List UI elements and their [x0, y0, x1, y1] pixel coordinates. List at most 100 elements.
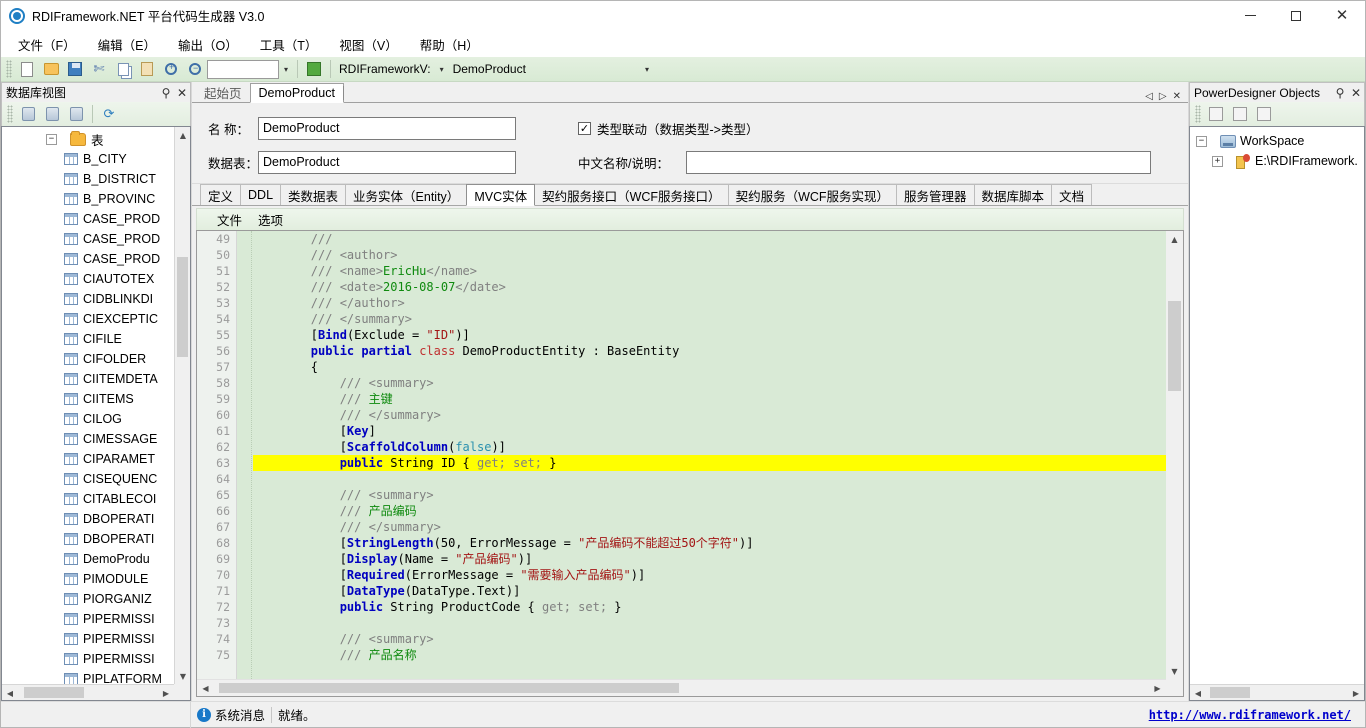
- doc-nav-close-icon[interactable]: ✕: [1172, 91, 1182, 102]
- code-line[interactable]: /// 产品名称: [253, 647, 1166, 663]
- pd-scroll-left-icon[interactable]: ◀: [1190, 685, 1206, 700]
- code-line[interactable]: /// </summary>: [253, 407, 1166, 423]
- db-add-button[interactable]: [17, 104, 39, 125]
- editor-horizontal-scrollbar[interactable]: ◀ ▶: [197, 679, 1166, 696]
- code-line[interactable]: /// 主键: [253, 391, 1166, 407]
- code-line[interactable]: /// <author>: [253, 247, 1166, 263]
- code-line[interactable]: [ScaffoldColumn(false)]: [253, 439, 1166, 455]
- tree-node-table[interactable]: B_CITY: [2, 149, 174, 169]
- tab-4[interactable]: MVC实体: [466, 184, 536, 206]
- db-edit-button[interactable]: [41, 104, 63, 125]
- close-panel-icon[interactable]: ✕: [174, 86, 190, 100]
- code-line[interactable]: [DataType(DataType.Text)]: [253, 583, 1166, 599]
- generate-button[interactable]: [303, 59, 325, 80]
- code-line[interactable]: /// </summary>: [253, 311, 1166, 327]
- tables-expander-icon[interactable]: −: [46, 133, 57, 145]
- pd-hscroll-thumb[interactable]: [1210, 687, 1250, 698]
- editor-scroll-up-icon[interactable]: ▲: [1166, 231, 1183, 247]
- menu-edit[interactable]: 编辑（E）: [87, 31, 167, 58]
- copy-button[interactable]: [112, 59, 134, 80]
- tree-node-table[interactable]: PIPERMISSI: [2, 629, 174, 649]
- tree-node-table[interactable]: B_PROVINC: [2, 189, 174, 209]
- tree-node-table[interactable]: CIFILE: [2, 329, 174, 349]
- code-line[interactable]: {: [253, 359, 1166, 375]
- connection-select-value[interactable]: RDIFrameworkV:: [335, 62, 435, 76]
- pd-toolbar-grip[interactable]: [1195, 105, 1201, 123]
- powerdesigner-tree[interactable]: − WorkSpace + E:\RDIFramework.: [1190, 131, 1358, 171]
- code-line[interactable]: /// 产品编码: [253, 503, 1166, 519]
- maximize-button[interactable]: [1273, 1, 1319, 31]
- menu-help[interactable]: 帮助（H）: [409, 31, 490, 58]
- tree-node-table[interactable]: CIMESSAGE: [2, 429, 174, 449]
- tree-node-table[interactable]: DemoProdu: [2, 549, 174, 569]
- menu-output[interactable]: 输出（O）: [167, 31, 249, 58]
- code-line[interactable]: /// <name>EricHu</name>: [253, 263, 1166, 279]
- name-input[interactable]: DemoProduct: [258, 116, 516, 140]
- code-line[interactable]: ///: [253, 231, 1166, 247]
- tree-node-table[interactable]: CASE_PROD: [2, 249, 174, 269]
- tab-0[interactable]: 定义: [200, 184, 242, 205]
- code-line[interactable]: /// </author>: [253, 295, 1166, 311]
- tab-7[interactable]: 服务管理器: [896, 184, 975, 205]
- cn-name-input[interactable]: [686, 150, 1151, 174]
- open-file-button[interactable]: [40, 59, 62, 80]
- code-editor[interactable]: 49 50 51 52 53 54 55 56 57 58 59 60 61 62 63 64 65 66 67 68…: [196, 230, 1184, 697]
- tree-node-table[interactable]: CITABLECOI: [2, 489, 174, 509]
- tab-5[interactable]: 契约服务接口（WCF服务接口）: [534, 184, 729, 205]
- tab-8[interactable]: 数据库脚本: [973, 184, 1053, 205]
- db-delete-button[interactable]: [65, 104, 87, 125]
- pd-node-model[interactable]: + E:\RDIFramework.: [1190, 151, 1358, 171]
- code-line[interactable]: [253, 615, 1166, 631]
- scroll-up-icon[interactable]: ▲: [175, 127, 190, 143]
- tree-hscroll-thumb[interactable]: [24, 687, 84, 698]
- workspace-expander-icon[interactable]: −: [1196, 135, 1207, 147]
- doc-tab-start-page[interactable]: 起始页: [196, 82, 250, 102]
- pd-node-workspace[interactable]: − WorkSpace: [1190, 131, 1348, 151]
- code-line[interactable]: /// <summary>: [253, 631, 1166, 647]
- pd-horizontal-scrollbar[interactable]: ◀ ▶: [1190, 684, 1364, 700]
- refresh-button[interactable]: ⟳: [98, 104, 120, 125]
- tab-1[interactable]: DDL: [240, 184, 282, 205]
- doc-nav-next-icon[interactable]: ▷: [1158, 91, 1168, 102]
- editor-scroll-right-icon[interactable]: ▶: [1149, 680, 1166, 696]
- code-content[interactable]: /// /// <author> /// <name>EricHu</name>…: [253, 231, 1166, 679]
- scroll-down-icon[interactable]: ▼: [175, 668, 190, 684]
- tree-node-table[interactable]: PIPERMISSI: [2, 649, 174, 669]
- editor-menu-options[interactable]: 选项: [250, 208, 291, 231]
- code-line[interactable]: [Bind(Exclude = "ID")]: [253, 327, 1166, 343]
- search-input[interactable]: [207, 59, 279, 79]
- tree-horizontal-scrollbar[interactable]: ◀ ▶: [2, 684, 174, 700]
- tab-3[interactable]: 业务实体（Entity）: [345, 184, 468, 205]
- pd-close-icon[interactable]: ✕: [1348, 86, 1364, 100]
- editor-vscroll-thumb[interactable]: [1168, 301, 1181, 391]
- pd-scroll-right-icon[interactable]: ▶: [1348, 685, 1364, 700]
- tree-node-table[interactable]: CASE_PROD: [2, 209, 174, 229]
- editor-hscroll-thumb[interactable]: [219, 683, 679, 693]
- code-line[interactable]: /// <summary>: [253, 487, 1166, 503]
- code-line[interactable]: [StringLength(50, ErrorMessage = "产品编码不能…: [253, 535, 1166, 551]
- tree-node-table[interactable]: CIPARAMET: [2, 449, 174, 469]
- pd-pin-icon[interactable]: ⚲: [1332, 86, 1348, 100]
- code-line[interactable]: [Required(ErrorMessage = "需要输入产品编码")]: [253, 567, 1166, 583]
- tree-node-table[interactable]: PIPERMISSI: [2, 609, 174, 629]
- tree-node-table[interactable]: CISEQUENC: [2, 469, 174, 489]
- tree-node-table[interactable]: DBOPERATI: [2, 529, 174, 549]
- tree-node-table[interactable]: CIFOLDER: [2, 349, 174, 369]
- code-line[interactable]: [Key]: [253, 423, 1166, 439]
- new-file-button[interactable]: [16, 59, 38, 80]
- doc-nav-prev-icon[interactable]: ◁: [1144, 91, 1154, 102]
- menu-tools[interactable]: 工具（T）: [249, 31, 329, 58]
- code-line[interactable]: [253, 471, 1166, 487]
- menu-file[interactable]: 文件（F）: [7, 31, 87, 58]
- tree-node-table[interactable]: B_DISTRICT: [2, 169, 174, 189]
- zoom-in-button[interactable]: [160, 59, 182, 80]
- table-dropdown-arrow-icon[interactable]: ▾: [640, 60, 654, 79]
- model-expander-icon[interactable]: +: [1212, 155, 1223, 167]
- tree-node-tables[interactable]: − 表: [2, 129, 174, 149]
- pd-delete-button[interactable]: [1253, 104, 1275, 125]
- tree-node-table[interactable]: DBOPERATI: [2, 509, 174, 529]
- cut-button[interactable]: ✄: [88, 59, 110, 80]
- code-line[interactable]: /// <summary>: [253, 375, 1166, 391]
- tree-node-table[interactable]: CILOG: [2, 409, 174, 429]
- save-button[interactable]: [64, 59, 86, 80]
